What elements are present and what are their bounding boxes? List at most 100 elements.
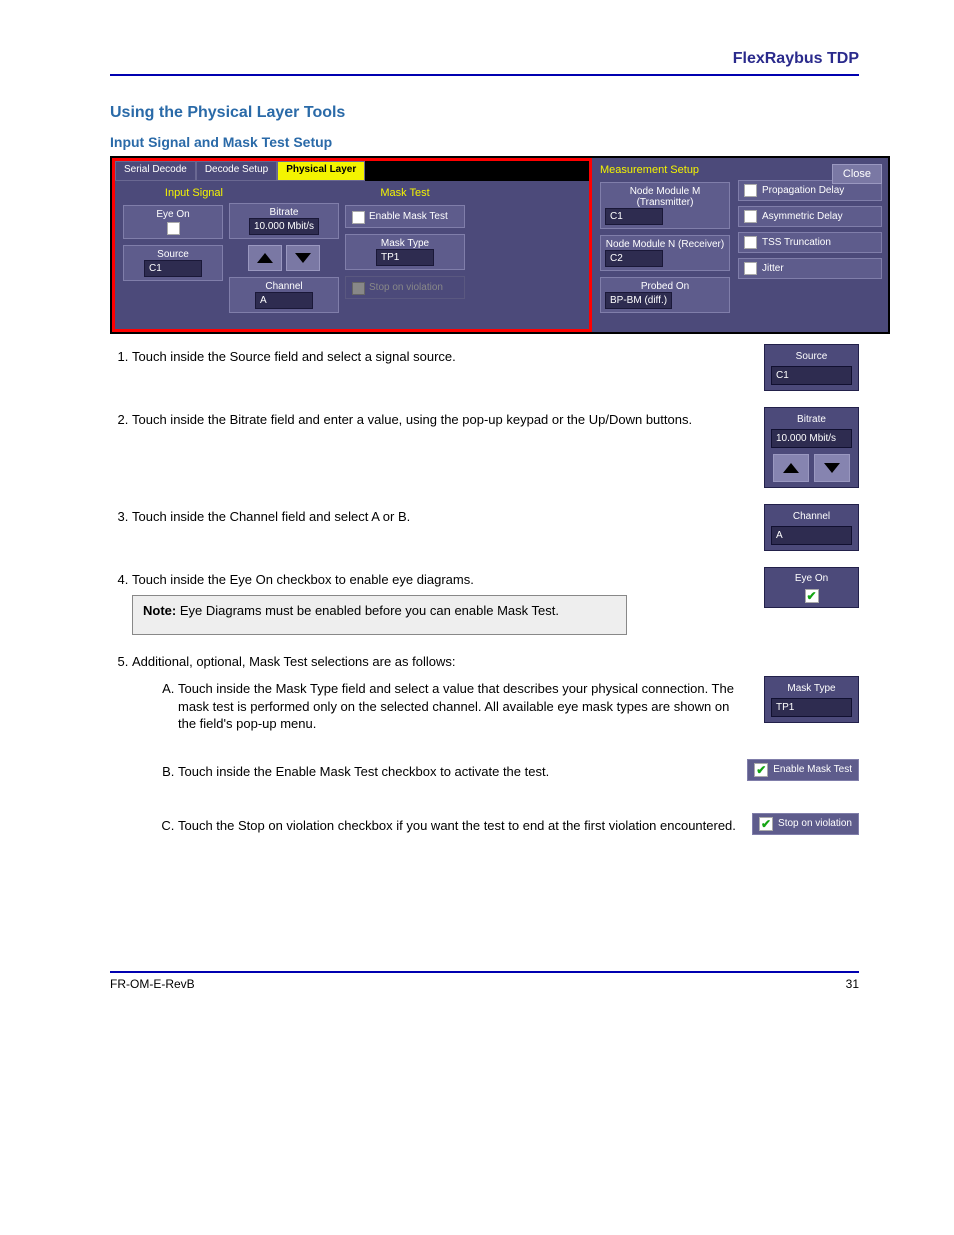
thumb-bitrate-label: Bitrate (771, 413, 852, 427)
enable-mask-checkbox[interactable] (352, 211, 365, 224)
jitter-checkbox[interactable]: Jitter (738, 258, 882, 279)
step-1-text: Touch inside the Source field and select… (132, 349, 456, 364)
note-label: Note: (143, 603, 176, 618)
thumb-mask-type-value: TP1 (771, 698, 852, 718)
step-5c-text: Touch the Stop on violation checkbox if … (178, 818, 736, 833)
asymmetric-delay-checkbox[interactable]: Asymmetric Delay (738, 206, 882, 227)
chevron-down-icon (295, 253, 311, 263)
close-button[interactable]: Close (832, 164, 882, 184)
header-divider (110, 74, 859, 76)
thumb-stop-violation-label: Stop on violation (778, 817, 852, 831)
step-2-text: Touch inside the Bitrate field and enter… (132, 412, 692, 427)
step-5-text: Additional, optional, Mask Test selectio… (132, 654, 455, 669)
step-4-text: Touch inside the Eye On checkbox to enab… (132, 572, 474, 587)
tab-bar: Serial Decode Decode Setup Physical Laye… (115, 161, 589, 181)
thumb-channel-label: Channel (771, 510, 852, 524)
stop-on-violation-button[interactable]: Stop on violation (345, 276, 465, 299)
node-m-label: Node Module M (Transmitter) (605, 186, 725, 208)
eye-on-checkbox[interactable] (167, 222, 180, 235)
channel-label: Channel (265, 281, 302, 292)
thumb-source-value: C1 (771, 366, 852, 386)
propagation-delay-label: Propagation Delay (762, 185, 844, 196)
probed-on-button[interactable]: Probed On BP-BM (diff.) (600, 277, 730, 313)
thumb-stop-violation: ✔ Stop on violation (752, 813, 859, 835)
mask-type-label: Mask Type (381, 238, 429, 249)
check-icon: ✔ (759, 817, 773, 831)
page-header-brand: FlexRaybus TDP (110, 50, 859, 68)
stop-on-violation-label: Stop on violation (369, 282, 443, 293)
thumb-eye-on: Eye On ✔ (764, 567, 859, 608)
step-4: Eye On ✔ Touch inside the Eye On checkbo… (132, 571, 859, 639)
physical-layer-dialog: Serial Decode Decode Setup Physical Laye… (110, 156, 890, 334)
source-button[interactable]: Source C1 (123, 245, 223, 281)
step-3: Channel A Touch inside the Channel field… (132, 508, 859, 557)
thumb-enable-mask: ✔ Enable Mask Test (747, 759, 859, 781)
node-n-value: C2 (605, 250, 663, 267)
thumb-bitrate-down (814, 454, 850, 482)
section-title: Using the Physical Layer Tools (110, 104, 859, 122)
step-5: Additional, optional, Mask Test selectio… (132, 653, 859, 871)
eye-on-label: Eye On (156, 209, 189, 220)
footer-page-number: 31 (846, 977, 859, 991)
thumb-source-label: Source (771, 350, 852, 364)
tss-truncation-label: TSS Truncation (762, 237, 831, 248)
chevron-up-icon (783, 463, 799, 473)
eye-on-button[interactable]: Eye On (123, 205, 223, 239)
node-m-button[interactable]: Node Module M (Transmitter) C1 (600, 182, 730, 229)
node-m-value: C1 (605, 208, 663, 225)
thumb-eye-on-label: Eye On (795, 572, 828, 586)
mask-type-button[interactable]: Mask Type TP1 (345, 234, 465, 270)
group-label-measurement-setup: Measurement Setup (600, 164, 730, 176)
source-label: Source (157, 249, 189, 260)
tab-decode-setup[interactable]: Decode Setup (196, 161, 277, 181)
thumb-eye-on-checkmark: ✔ (805, 589, 819, 603)
bitrate-label: Bitrate (270, 207, 299, 218)
mask-type-value: TP1 (376, 249, 434, 266)
note-text: Eye Diagrams must be enabled before you … (180, 603, 559, 618)
probed-on-value: BP-BM (diff.) (605, 292, 672, 309)
thumb-bitrate: Bitrate 10.000 Mbit/s (764, 407, 859, 488)
thumb-bitrate-up (773, 454, 809, 482)
enable-mask-button[interactable]: Enable Mask Test (345, 205, 465, 228)
thumb-channel-value: A (771, 526, 852, 546)
source-value: C1 (144, 260, 202, 277)
bitrate-value: 10.000 Mbit/s (249, 218, 319, 235)
step-3-text: Touch inside the Channel field and selec… (132, 509, 410, 524)
bitrate-down-button[interactable] (286, 245, 320, 271)
probed-on-label: Probed On (605, 281, 725, 292)
step-2: Bitrate 10.000 Mbit/s Touch inside the B… (132, 411, 859, 494)
thumb-enable-mask-label: Enable Mask Test (773, 763, 852, 777)
tab-serial-decode[interactable]: Serial Decode (115, 161, 196, 181)
subsection-title: Input Signal and Mask Test Setup (110, 134, 859, 150)
check-icon: ✔ (754, 763, 768, 777)
tab-physical-layer[interactable]: Physical Layer (277, 161, 365, 181)
node-n-button[interactable]: Node Module N (Receiver) C2 (600, 235, 730, 271)
group-label-input-signal: Input Signal (123, 187, 223, 199)
note-box: Note: Eye Diagrams must be enabled befor… (132, 595, 627, 635)
tss-truncation-checkbox[interactable]: TSS Truncation (738, 232, 882, 253)
asymmetric-delay-label: Asymmetric Delay (762, 211, 843, 222)
page-footer: FR-OM-E-RevB 31 (110, 971, 859, 991)
steps-list: Source C1 Touch inside the Source field … (132, 348, 859, 871)
step-5a: Mask Type TP1 Touch inside the Mask Type… (178, 680, 859, 733)
step-1: Source C1 Touch inside the Source field … (132, 348, 859, 397)
footer-doc-id: FR-OM-E-RevB (110, 977, 195, 991)
group-label-mask-test: Mask Test (345, 187, 465, 199)
enable-mask-label: Enable Mask Test (369, 211, 448, 222)
step-5b-text: Touch inside the Enable Mask Test checkb… (178, 764, 549, 779)
jitter-label: Jitter (762, 263, 784, 274)
thumb-channel: Channel A (764, 504, 859, 551)
bitrate-up-button[interactable] (248, 245, 282, 271)
channel-value: A (255, 292, 313, 309)
step-5a-text: Touch inside the Mask Type field and sel… (178, 681, 734, 731)
stop-on-violation-checkbox[interactable] (352, 282, 365, 295)
thumb-mask-type-label: Mask Type (771, 682, 852, 696)
step-5b: ✔ Enable Mask Test Touch inside the Enab… (178, 763, 859, 787)
node-n-label: Node Module N (Receiver) (605, 239, 725, 250)
channel-button[interactable]: Channel A (229, 277, 339, 313)
chevron-down-icon (824, 463, 840, 473)
step-5c: ✔ Stop on violation Touch the Stop on vi… (178, 817, 859, 841)
thumb-bitrate-value: 10.000 Mbit/s (771, 429, 852, 449)
bitrate-button[interactable]: Bitrate 10.000 Mbit/s (229, 203, 339, 239)
thumb-mask-type: Mask Type TP1 (764, 676, 859, 723)
